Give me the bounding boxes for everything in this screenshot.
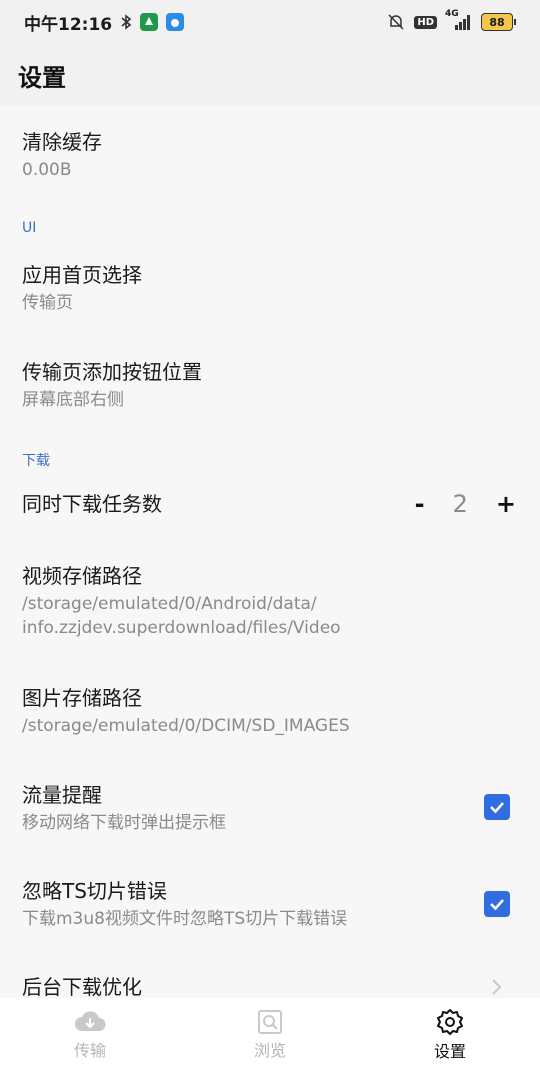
traffic-alert-checkbox[interactable] [484, 794, 510, 820]
bluetooth-icon [120, 14, 132, 30]
setting-add-button-position[interactable]: 传输页添加按钮位置 屏幕底部右侧 [0, 358, 540, 412]
signal-icon: 4G [445, 9, 473, 31]
hd-label: HD [417, 16, 434, 28]
status-time: 中午12:16 [24, 14, 113, 35]
battery-icon: 88 [481, 13, 516, 31]
setting-title: 流量提醒 [22, 783, 102, 807]
settings-list[interactable]: 清除缓存 0.00B UI 应用首页选择 传输页 传输页添加按钮位置 屏幕底部右… [0, 106, 540, 998]
setting-video-path[interactable]: 视频存储路径 /storage/emulated/0/Android/data/… [0, 562, 540, 640]
setting-subtitle-line2: info.zzjdev.superdownload/files/Video [22, 618, 341, 638]
setting-home-page[interactable]: 应用首页选择 传输页 [0, 261, 540, 315]
bottom-navigation: 传输 浏览 设置 [0, 998, 540, 1072]
setting-title: 视频存储路径 [22, 564, 142, 588]
setting-title: 忽略TS切片错误 [22, 879, 167, 903]
nav-tab-transfer[interactable]: 传输 [20, 1009, 160, 1061]
check-icon [490, 802, 504, 814]
setting-traffic-alert[interactable]: 流量提醒 移动网络下载时弹出提示框 [0, 781, 540, 835]
setting-title: 后台下载优化 [22, 975, 142, 998]
check-icon [490, 899, 504, 911]
setting-title: 清除缓存 [22, 130, 102, 154]
section-header-download: 下载 [22, 453, 50, 469]
network-type: 4G [445, 9, 459, 19]
mute-bell-icon [386, 12, 406, 32]
gear-icon [437, 1009, 463, 1035]
nav-tab-settings[interactable]: 设置 [380, 1008, 520, 1062]
setting-concurrent-downloads: 同时下载任务数 - 2 + [0, 490, 540, 524]
app-bar: 设置 [0, 44, 540, 106]
nav-label-settings: 设置 [433, 1042, 466, 1061]
hd-icon: HD [414, 15, 437, 29]
setting-subtitle: /storage/emulated/0/DCIM/SD_IMAGES [22, 716, 350, 736]
quantity-stepper: - 2 + [415, 490, 516, 518]
setting-subtitle: 下载m3u8视频文件时忽略TS切片下载错误 [22, 909, 348, 929]
ignore-ts-checkbox[interactable] [484, 891, 510, 917]
setting-subtitle: 传输页 [22, 293, 73, 313]
cloud-download-icon [75, 1011, 106, 1031]
setting-title: 传输页添加按钮位置 [22, 360, 202, 384]
decrement-button[interactable]: - [415, 490, 425, 518]
nav-label-transfer: 传输 [73, 1041, 106, 1060]
setting-background-optimization[interactable]: 后台下载优化 [0, 973, 540, 998]
chevron-right-icon [490, 978, 502, 998]
setting-image-path[interactable]: 图片存储路径 /storage/emulated/0/DCIM/SD_IMAGE… [0, 684, 540, 738]
nav-label-browse: 浏览 [253, 1041, 286, 1060]
status-bar: 中午12:16 HD 4G 88 [0, 0, 540, 44]
setting-ignore-ts-errors[interactable]: 忽略TS切片错误 下载m3u8视频文件时忽略TS切片下载错误 [0, 877, 540, 931]
setting-clear-cache[interactable]: 清除缓存 0.00B [0, 128, 540, 182]
setting-title: 图片存储路径 [22, 686, 142, 710]
section-header-ui: UI [22, 220, 37, 236]
stepper-value: 2 [452, 490, 468, 518]
battery-level: 88 [489, 15, 505, 29]
setting-subtitle: /storage/emulated/0/Android/data/ [22, 594, 317, 614]
setting-subtitle: 移动网络下载时弹出提示框 [22, 813, 226, 833]
setting-subtitle: 0.00B [22, 160, 72, 180]
nav-tab-browse[interactable]: 浏览 [200, 1009, 340, 1061]
app-notification-icon [140, 13, 159, 31]
browse-search-icon [258, 1010, 282, 1034]
app-notification-icon-2 [166, 13, 185, 31]
setting-title: 应用首页选择 [22, 263, 142, 287]
increment-button[interactable]: + [496, 490, 516, 518]
setting-subtitle: 屏幕底部右侧 [22, 390, 124, 410]
page-title: 设置 [18, 63, 66, 92]
